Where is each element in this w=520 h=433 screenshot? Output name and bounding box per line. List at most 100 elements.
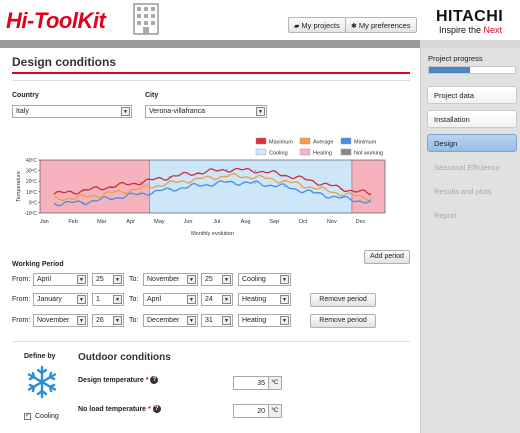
chevron-down-icon: ▼	[222, 275, 231, 284]
data-point	[370, 193, 372, 195]
from-day-select[interactable]: 25 ▼	[92, 273, 124, 286]
add-period-button[interactable]: Add period	[364, 250, 410, 264]
design-temperature-input[interactable]: 35	[233, 376, 269, 390]
to-day-select[interactable]: 24 ▼	[201, 293, 233, 306]
from-month-select[interactable]: November ▼	[33, 314, 88, 327]
y-tick-label: -10ºC	[24, 211, 37, 217]
progress-label: Project progress	[428, 54, 483, 63]
data-point	[168, 189, 170, 191]
define-by-label: Define by	[24, 353, 56, 360]
sidebar-item-project-data[interactable]: Project data	[427, 86, 517, 104]
mode-select[interactable]: Heating ▼	[238, 293, 291, 306]
progress-bar	[428, 66, 516, 74]
x-axis-label: Monthly evolution	[191, 231, 234, 237]
chevron-down-icon: ▼	[187, 295, 196, 304]
data-point	[111, 185, 113, 188]
legend-label: Maximum	[269, 140, 293, 146]
to-month-select[interactable]: November ▼	[143, 273, 198, 286]
outdoor-conditions-title: Outdoor conditions	[78, 352, 171, 363]
data-point	[111, 192, 113, 194]
data-point	[312, 192, 314, 194]
app-logo: Hi-ToolKit	[6, 8, 106, 33]
chart-region	[149, 160, 352, 213]
data-point	[197, 184, 199, 187]
remove-period-button[interactable]: Remove period	[310, 293, 376, 307]
chevron-down-icon: ▼	[187, 316, 196, 325]
x-tick-label: Oct	[299, 219, 308, 225]
from-month-select[interactable]: April ▼	[33, 273, 88, 286]
from-label: From:	[12, 296, 31, 303]
no-load-temperature-input[interactable]: 20	[233, 404, 269, 418]
data-point	[370, 201, 372, 203]
chevron-down-icon: ▼	[77, 295, 86, 304]
legend-label: Not working	[354, 151, 383, 157]
sidebar-item-installation[interactable]: Installation	[427, 110, 517, 128]
data-point	[226, 181, 228, 183]
data-point	[255, 176, 257, 178]
data-point	[255, 182, 257, 184]
data-point	[53, 202, 55, 205]
data-point	[283, 174, 285, 176]
mode-select[interactable]: Heating ▼	[238, 314, 291, 327]
legend-swatch	[299, 137, 311, 145]
to-month-select[interactable]: April ▼	[143, 293, 198, 306]
remove-period-button[interactable]: Remove period	[310, 314, 376, 328]
working-period-label: Working Period	[12, 261, 64, 268]
no-load-temperature-label: No load temperature *?	[78, 405, 161, 413]
data-point	[341, 197, 343, 199]
from-day-select[interactable]: 1 ▼	[92, 293, 124, 306]
data-point	[140, 193, 142, 195]
legend-label: Average	[313, 140, 333, 146]
no-load-temperature-unit: ºC	[268, 404, 282, 418]
country-label: Country	[12, 92, 39, 99]
help-icon[interactable]: ?	[150, 376, 159, 384]
app-header: Hi-ToolKit ▰ My projects ✱ My preferences …	[0, 0, 520, 40]
mode-select[interactable]: Cooling ▼	[238, 273, 291, 286]
chevron-down-icon: ▼	[222, 316, 231, 325]
legend-swatch	[299, 148, 311, 156]
from-month-select[interactable]: January ▼	[33, 293, 88, 306]
data-point	[312, 186, 314, 189]
to-month-select[interactable]: December ▼	[143, 314, 198, 327]
x-tick-label: Jun	[184, 219, 193, 225]
data-point	[283, 180, 285, 182]
x-tick-label: Nov	[327, 219, 337, 225]
to-day-select[interactable]: 31 ▼	[201, 314, 233, 327]
data-point	[341, 188, 343, 190]
chevron-down-icon: ▼	[77, 316, 86, 325]
data-point	[283, 185, 285, 188]
x-tick-label: May	[154, 219, 165, 225]
cooling-checkbox[interactable]: ✓	[24, 413, 31, 420]
sidebar-item-design[interactable]: Design	[427, 134, 517, 152]
to-day-select[interactable]: 25 ▼	[201, 273, 233, 286]
from-day-select[interactable]: 26 ▼	[92, 314, 124, 327]
data-point	[140, 181, 142, 183]
y-tick-label: 30ºC	[26, 169, 37, 175]
chevron-down-icon: ▼	[121, 107, 130, 116]
design-temperature-label: Design temperature *?	[78, 376, 159, 384]
my-preferences-button[interactable]: ✱ My preferences	[345, 17, 417, 33]
chart-region	[351, 160, 385, 213]
x-tick-label: Dec	[356, 219, 366, 225]
city-select[interactable]: Verona-villafranca ▼	[145, 105, 267, 118]
chevron-down-icon: ▼	[77, 275, 86, 284]
chevron-down-icon: ▼	[280, 295, 289, 304]
legend-swatch	[255, 148, 267, 156]
page-title: Design conditions	[12, 55, 117, 69]
y-tick-label: 40ºC	[26, 158, 37, 164]
cooling-label: Cooling	[35, 413, 59, 420]
country-select[interactable]: Italy ▼	[12, 105, 132, 118]
my-projects-button[interactable]: ▰ My projects	[288, 17, 346, 33]
x-tick-label: Sep	[269, 219, 279, 225]
data-point	[53, 193, 55, 195]
help-icon[interactable]: ?	[152, 405, 161, 413]
hitachi-logo: HITACHI Inspire the Next	[436, 8, 504, 35]
header-divider	[0, 40, 420, 48]
chevron-down-icon: ▼	[113, 316, 122, 325]
data-point	[312, 180, 314, 182]
legend-label: Cooling	[269, 151, 288, 157]
x-tick-label: Aug	[241, 219, 251, 225]
to-label: To:	[129, 296, 139, 303]
building-icon	[133, 3, 159, 35]
data-point	[82, 190, 84, 192]
